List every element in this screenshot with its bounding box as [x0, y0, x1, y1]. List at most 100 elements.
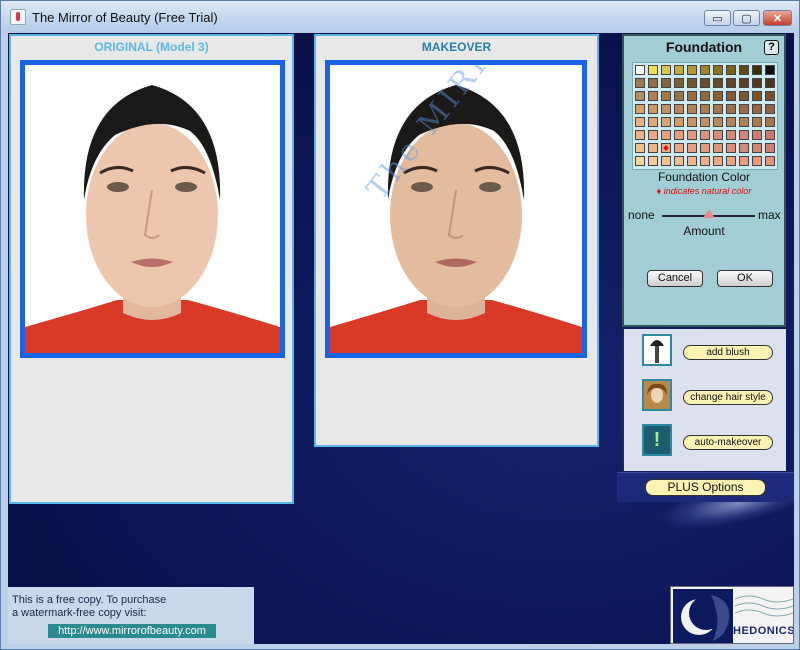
foundation-swatch[interactable]: [752, 117, 762, 127]
foundation-swatch[interactable]: [765, 130, 775, 140]
foundation-swatch[interactable]: [765, 117, 775, 127]
foundation-swatch[interactable]: [726, 156, 736, 166]
minimize-button[interactable]: ▭: [704, 10, 731, 26]
foundation-swatch[interactable]: [661, 156, 671, 166]
foundation-swatch[interactable]: [713, 104, 723, 114]
foundation-swatch[interactable]: [674, 104, 684, 114]
foundation-swatch[interactable]: [648, 130, 658, 140]
foundation-swatch[interactable]: [726, 65, 736, 75]
foundation-swatch[interactable]: [765, 91, 775, 101]
foundation-swatch[interactable]: [700, 156, 710, 166]
foundation-swatch[interactable]: [687, 156, 697, 166]
foundation-swatch[interactable]: [635, 156, 645, 166]
foundation-swatch[interactable]: [739, 143, 749, 153]
foundation-swatch[interactable]: [739, 65, 749, 75]
foundation-swatch[interactable]: [687, 143, 697, 153]
foundation-swatch[interactable]: [700, 117, 710, 127]
close-button[interactable]: ✕: [763, 10, 792, 26]
foundation-swatch[interactable]: [687, 117, 697, 127]
change-hair-style-button[interactable]: change hair style: [683, 390, 773, 405]
foundation-swatch[interactable]: [635, 65, 645, 75]
foundation-swatch[interactable]: [739, 117, 749, 127]
foundation-swatch[interactable]: [661, 91, 671, 101]
maximize-button[interactable]: ▢: [733, 10, 760, 26]
foundation-swatch[interactable]: [687, 104, 697, 114]
foundation-swatch[interactable]: [687, 78, 697, 88]
title-bar[interactable]: The Mirror of Beauty (Free Trial) ▭ ▢ ✕: [1, 1, 799, 33]
ok-button[interactable]: OK: [717, 270, 773, 287]
foundation-swatch[interactable]: [700, 65, 710, 75]
foundation-swatch[interactable]: [713, 78, 723, 88]
foundation-swatch[interactable]: [661, 78, 671, 88]
foundation-swatch[interactable]: [752, 65, 762, 75]
foundation-swatch[interactable]: [739, 156, 749, 166]
foundation-swatch[interactable]: [752, 91, 762, 101]
foundation-swatch[interactable]: [635, 91, 645, 101]
foundation-swatch[interactable]: [674, 65, 684, 75]
foundation-swatch[interactable]: [700, 104, 710, 114]
foundation-swatch[interactable]: [713, 91, 723, 101]
purchase-url-link[interactable]: http://www.mirrorofbeauty.com: [48, 624, 216, 638]
foundation-swatch[interactable]: [752, 143, 762, 153]
foundation-swatch[interactable]: [765, 143, 775, 153]
foundation-swatch[interactable]: [635, 143, 645, 153]
foundation-swatch[interactable]: [765, 78, 775, 88]
foundation-swatch[interactable]: [648, 117, 658, 127]
foundation-swatch[interactable]: [713, 143, 723, 153]
foundation-swatch[interactable]: [726, 104, 736, 114]
add-blush-button[interactable]: add blush: [683, 345, 773, 360]
foundation-swatch[interactable]: [661, 104, 671, 114]
foundation-swatch[interactable]: [752, 130, 762, 140]
foundation-swatch[interactable]: [635, 78, 645, 88]
foundation-swatch[interactable]: [713, 156, 723, 166]
foundation-swatch[interactable]: [726, 78, 736, 88]
foundation-swatch[interactable]: [739, 78, 749, 88]
foundation-swatch[interactable]: [700, 130, 710, 140]
foundation-swatch[interactable]: [674, 143, 684, 153]
foundation-swatch-selected[interactable]: [661, 143, 671, 153]
foundation-swatch[interactable]: [765, 104, 775, 114]
foundation-swatch[interactable]: [726, 117, 736, 127]
plus-options-button[interactable]: PLUS Options: [645, 479, 766, 496]
foundation-swatch[interactable]: [635, 130, 645, 140]
foundation-swatch[interactable]: [687, 91, 697, 101]
foundation-swatch[interactable]: [752, 78, 762, 88]
foundation-swatch[interactable]: [752, 104, 762, 114]
foundation-swatch[interactable]: [648, 104, 658, 114]
foundation-swatch[interactable]: [687, 65, 697, 75]
foundation-swatch[interactable]: [726, 91, 736, 101]
foundation-swatch[interactable]: [661, 130, 671, 140]
exclamation-icon[interactable]: !: [642, 424, 672, 456]
foundation-swatch[interactable]: [661, 117, 671, 127]
foundation-swatch[interactable]: [648, 156, 658, 166]
foundation-swatch[interactable]: [700, 143, 710, 153]
foundation-swatch[interactable]: [713, 130, 723, 140]
foundation-swatch[interactable]: [674, 156, 684, 166]
foundation-swatch[interactable]: [648, 78, 658, 88]
foundation-swatch[interactable]: [713, 117, 723, 127]
foundation-swatch[interactable]: [674, 78, 684, 88]
foundation-swatch[interactable]: [674, 130, 684, 140]
foundation-swatch[interactable]: [739, 91, 749, 101]
foundation-swatch[interactable]: [726, 143, 736, 153]
foundation-swatch[interactable]: [752, 156, 762, 166]
foundation-swatch[interactable]: [635, 104, 645, 114]
hair-style-icon[interactable]: [642, 379, 672, 411]
foundation-swatch[interactable]: [726, 130, 736, 140]
foundation-swatch[interactable]: [661, 65, 671, 75]
brush-icon[interactable]: [642, 334, 672, 366]
foundation-swatch[interactable]: [648, 65, 658, 75]
foundation-swatch[interactable]: [674, 91, 684, 101]
foundation-swatch[interactable]: [687, 130, 697, 140]
foundation-swatch[interactable]: [674, 117, 684, 127]
foundation-swatch[interactable]: [700, 91, 710, 101]
help-button[interactable]: ?: [764, 40, 779, 55]
foundation-swatch[interactable]: [648, 143, 658, 153]
foundation-swatch[interactable]: [739, 104, 749, 114]
foundation-swatch[interactable]: [765, 65, 775, 75]
foundation-swatch[interactable]: [700, 78, 710, 88]
cancel-button[interactable]: Cancel: [647, 270, 703, 287]
foundation-swatch[interactable]: [739, 130, 749, 140]
foundation-swatch[interactable]: [648, 91, 658, 101]
foundation-swatch[interactable]: [765, 156, 775, 166]
